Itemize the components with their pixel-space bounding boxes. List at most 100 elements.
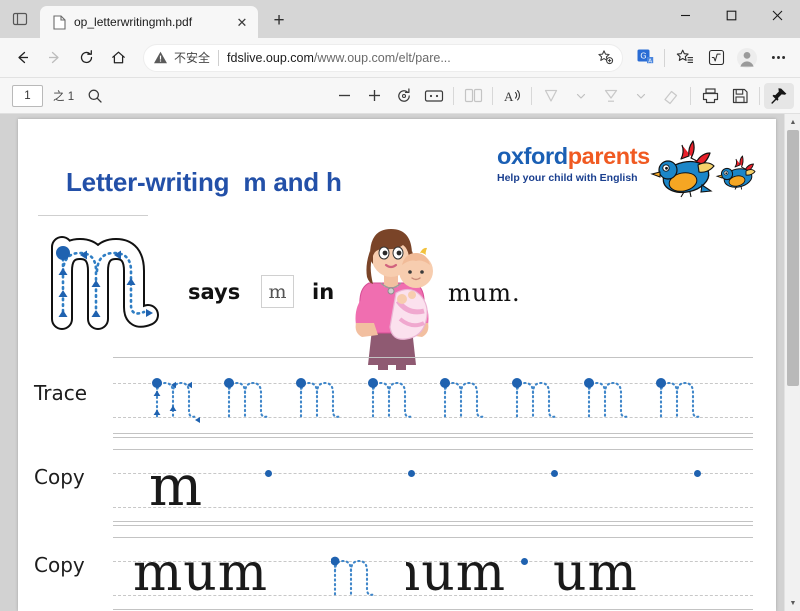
pdf-viewer: oxfordparents Help your child with Engli… xyxy=(0,114,800,611)
fit-to-page-icon[interactable] xyxy=(419,83,449,109)
highlight-icon[interactable] xyxy=(596,83,626,109)
erase-icon[interactable] xyxy=(656,83,686,109)
minimize-button[interactable] xyxy=(662,0,708,30)
mother-holding-baby-illustration xyxy=(355,229,433,370)
page-number-input[interactable]: 1 xyxy=(12,84,43,107)
exercise-row-copy-word: Copy mum mum um xyxy=(18,523,776,611)
pdf-toolbar-divider xyxy=(453,86,454,105)
start-dot xyxy=(521,558,528,565)
exercise-row-copy-letter: Copy m xyxy=(18,435,776,523)
page-title: Letter-writing m and h xyxy=(66,167,342,198)
page-title-letter-m: m xyxy=(243,167,267,197)
page-title-and: and xyxy=(273,167,319,197)
page-title-prefix: Letter-writing xyxy=(66,167,230,197)
copy-word-glyphs: mum mum um xyxy=(113,523,753,611)
close-icon[interactable]: ✕ xyxy=(232,12,252,32)
print-icon[interactable] xyxy=(695,83,725,109)
pdf-page: oxfordparents Help your child with Engli… xyxy=(18,119,776,611)
logo-tagline: Help your child with English xyxy=(497,171,638,184)
math-solver-icon[interactable] xyxy=(701,43,731,73)
tab-list-icon[interactable] xyxy=(0,0,40,38)
oxford-parents-logo: oxfordparents Help your child with Engli… xyxy=(497,140,756,198)
handwritten-word-um-2: um xyxy=(553,543,638,603)
logo-oxford-text: oxford xyxy=(497,143,568,169)
title-divider xyxy=(38,215,148,216)
zoom-in-button[interactable] xyxy=(359,83,389,109)
pdf-file-icon xyxy=(51,14,67,30)
toolbar-divider xyxy=(664,48,665,67)
translate-icon[interactable]: GA xyxy=(630,43,660,73)
boxed-letter-m: m xyxy=(261,275,294,308)
url-host: fdslive.oup.com xyxy=(227,50,314,65)
handwritten-word-um-1: mum xyxy=(371,543,507,603)
back-icon[interactable] xyxy=(7,43,37,73)
read-aloud-icon[interactable]: A xyxy=(497,83,527,109)
save-icon[interactable] xyxy=(725,83,755,109)
scroll-down-button[interactable]: ▼ xyxy=(785,595,800,611)
url-path: /www.oup.com/elt/pare... xyxy=(313,50,451,65)
page-total-label: 之 1 xyxy=(53,90,75,103)
security-status-text: 不安全 xyxy=(174,51,211,65)
svg-text:G: G xyxy=(640,52,646,61)
pdf-toolbar-divider-3 xyxy=(531,86,532,105)
add-favorite-icon[interactable] xyxy=(594,49,616,66)
refresh-icon[interactable] xyxy=(71,43,101,73)
pdf-toolbar-divider-5 xyxy=(759,86,760,105)
collections-icon[interactable] xyxy=(670,43,700,73)
url-text: fdslive.oup.com/www.oup.com/elt/pare... xyxy=(227,51,588,65)
highlight-chevron-down-icon[interactable] xyxy=(626,83,656,109)
row-label-copy-1: Copy xyxy=(34,465,85,489)
draw-chevron-down-icon[interactable] xyxy=(566,83,596,109)
zoom-out-button[interactable] xyxy=(329,83,359,109)
trace-letter-row-svg xyxy=(152,378,703,423)
page-title-letter-h: h xyxy=(325,167,342,197)
start-dot xyxy=(551,470,558,477)
scrollbar-thumb[interactable] xyxy=(787,130,799,386)
search-icon[interactable] xyxy=(80,83,110,109)
forward-icon xyxy=(39,43,69,73)
example-word-mum: mum. xyxy=(448,279,521,307)
new-tab-button[interactable]: + xyxy=(264,6,294,36)
in-label: in xyxy=(312,280,335,304)
pdf-toolbar-divider-4 xyxy=(690,86,691,105)
says-label: says xyxy=(188,280,241,304)
start-dot xyxy=(408,470,415,477)
tab-title: op_letterwritingmh.pdf xyxy=(74,15,193,29)
settings-more-icon[interactable] xyxy=(763,43,793,73)
dotted-letter-m xyxy=(331,556,377,597)
not-secure-warning-icon xyxy=(153,50,168,65)
pin-toolbar-icon[interactable] xyxy=(764,82,794,109)
says-row: says m in mum. xyxy=(48,227,568,337)
page-view-icon[interactable] xyxy=(458,83,488,109)
exercise-row-trace: Trace xyxy=(18,355,776,435)
row-label-trace: Trace xyxy=(34,381,88,405)
start-dot xyxy=(265,470,272,477)
omnibox-divider xyxy=(218,49,220,66)
row-label-copy-2: Copy xyxy=(34,553,85,577)
draw-icon[interactable] xyxy=(536,83,566,109)
scroll-up-button[interactable]: ▲ xyxy=(785,114,800,130)
rotate-icon[interactable] xyxy=(389,83,419,109)
window-controls xyxy=(662,0,800,38)
home-icon[interactable] xyxy=(103,43,133,73)
svg-text:A: A xyxy=(504,89,514,104)
large-traced-letter-m xyxy=(51,236,159,330)
bird-mascot-icon xyxy=(650,140,756,198)
copy-letter-glyphs: m xyxy=(113,435,753,523)
handwritten-letter-m: m xyxy=(149,454,204,519)
navigation-bar: 不安全 fdslive.oup.com/www.oup.com/elt/pare… xyxy=(0,38,800,78)
title-bar: op_letterwritingmh.pdf ✕ + xyxy=(0,0,800,38)
trace-glyphs xyxy=(113,355,753,435)
handwritten-word-mum-1: mum xyxy=(133,543,269,603)
logo-wordmark: oxfordparents xyxy=(497,143,650,169)
profile-avatar[interactable] xyxy=(732,43,762,73)
vertical-scrollbar[interactable]: ▲ ▼ xyxy=(784,114,800,611)
close-button[interactable] xyxy=(754,0,800,30)
browser-window: op_letterwritingmh.pdf ✕ + 不安全 fdslive.o… xyxy=(0,0,800,611)
svg-text:A: A xyxy=(648,58,652,64)
maximize-button[interactable] xyxy=(708,0,754,30)
browser-tab[interactable]: op_letterwritingmh.pdf ✕ xyxy=(40,6,258,38)
pdf-toolbar-divider-2 xyxy=(492,86,493,105)
address-bar[interactable]: 不安全 fdslive.oup.com/www.oup.com/elt/pare… xyxy=(143,43,623,72)
pdf-toolbar: 1 之 1 A xyxy=(0,78,800,114)
